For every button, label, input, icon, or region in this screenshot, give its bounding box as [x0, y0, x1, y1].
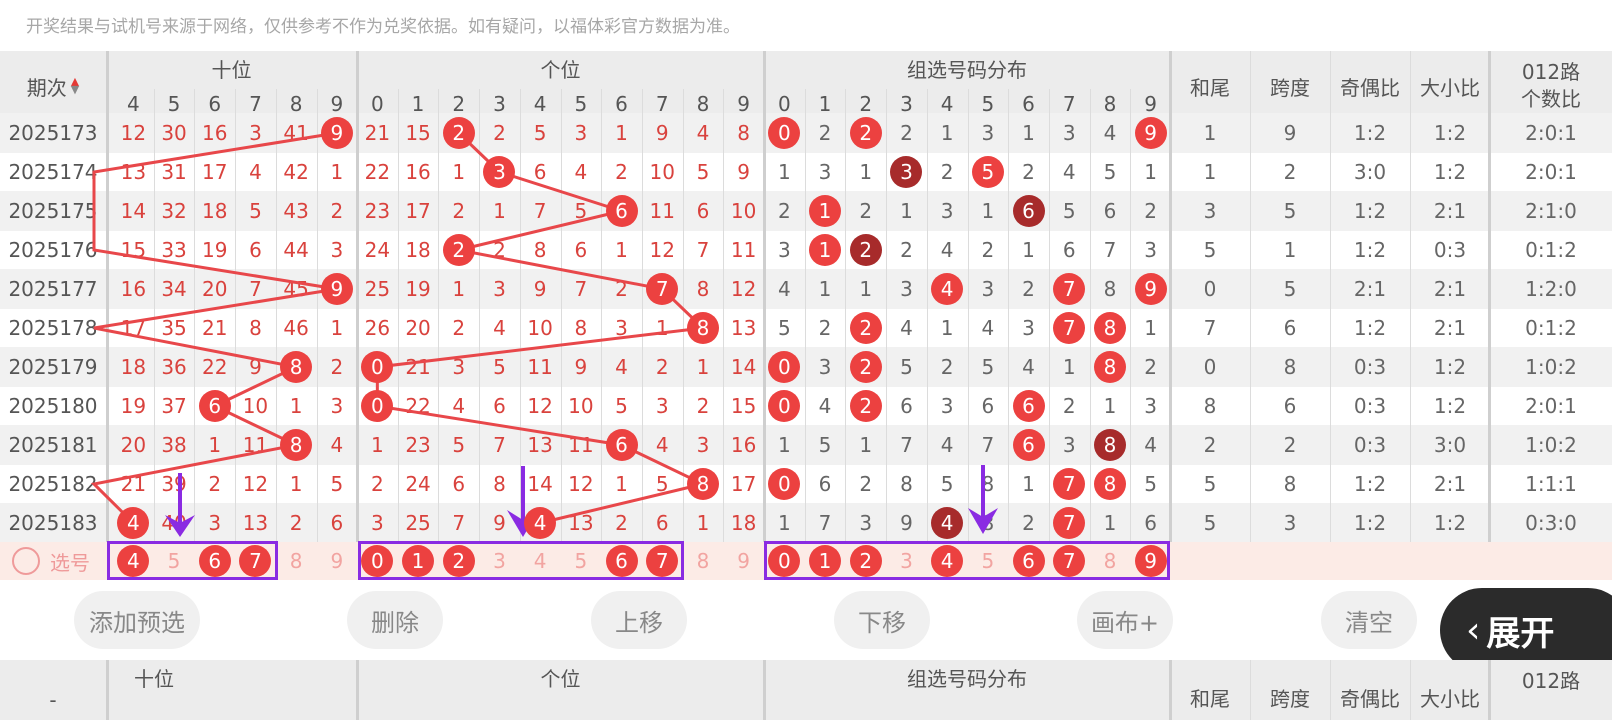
group-hit-ball: 7 — [1053, 312, 1086, 344]
tens-hit-ball: 9 — [320, 273, 353, 305]
group-pick-ball[interactable]: 7 — [1053, 545, 1086, 577]
units-hit-ball: 2 — [442, 117, 475, 149]
group-hit-ball: 7 — [1053, 507, 1086, 539]
group-hit-ball: 9 — [1134, 117, 1167, 149]
units-pick-number[interactable]: 3 — [479, 542, 519, 580]
group-hit-ball: 2 — [849, 117, 882, 149]
group-hit-ball: 2 — [849, 390, 882, 422]
trend-lines — [90, 131, 708, 525]
group-pick-ball[interactable]: 9 — [1134, 545, 1167, 577]
units-pick-ball[interactable]: 7 — [646, 545, 679, 577]
group-pick-ball[interactable]: 6 — [1012, 545, 1045, 577]
group-hit-ball: 2 — [849, 234, 882, 266]
units-hit-ball: 6 — [605, 429, 638, 461]
group-hit-ball: 6 — [1012, 390, 1045, 422]
units-hit-ball: 6 — [605, 195, 638, 227]
units-hit-ball: 7 — [646, 273, 679, 305]
tens-hit-ball: 8 — [280, 351, 313, 383]
group-hit-ball: 2 — [849, 351, 882, 383]
group-pick-ball[interactable]: 2 — [849, 545, 882, 577]
units-pick-ball[interactable]: 1 — [402, 545, 435, 577]
group-pick-ball[interactable]: 1 — [809, 545, 842, 577]
group-hit-ball: 1 — [809, 195, 842, 227]
group-pick-number[interactable]: 5 — [968, 542, 1008, 580]
group-hit-ball: 4 — [931, 507, 964, 539]
units-pick-number[interactable]: 9 — [724, 542, 764, 580]
units-pick-number[interactable]: 4 — [520, 542, 560, 580]
group-hit-ball: 6 — [1012, 429, 1045, 461]
group-hit-ball: 6 — [1012, 195, 1045, 227]
group-hit-ball: 9 — [1134, 273, 1167, 305]
units-hit-ball: 8 — [686, 312, 719, 344]
units-pick-number[interactable]: 8 — [683, 542, 723, 580]
tens-trend-line — [90, 131, 338, 525]
group-hit-ball: 7 — [1053, 468, 1086, 500]
group-pick-number[interactable]: 3 — [886, 542, 926, 580]
tens-pick-number[interactable]: 9 — [317, 542, 357, 580]
group-pick-number[interactable]: 8 — [1090, 542, 1130, 580]
units-hit-ball: 2 — [442, 234, 475, 266]
units-trend-line — [375, 131, 708, 525]
units-hit-ball: 4 — [524, 507, 557, 539]
group-hit-ball: 5 — [971, 156, 1004, 188]
group-hit-ball: 8 — [1093, 312, 1126, 344]
tens-hit-ball: 8 — [280, 429, 313, 461]
tens-pick-ball[interactable]: 6 — [198, 545, 231, 577]
group-hit-ball: 8 — [1093, 351, 1126, 383]
group-hit-ball: 8 — [1093, 429, 1126, 461]
group-hit-ball: 1 — [809, 234, 842, 266]
trend-chart-screen: 开奖结果与试机号来源于网络，仅供参考不作为兑奖依据。如有疑问，以福体彩官方数据为… — [0, 0, 1612, 720]
tens-hit-ball: 9 — [320, 117, 353, 149]
group-hit-ball: 7 — [1053, 273, 1086, 305]
tens-hit-ball: 6 — [198, 390, 231, 422]
group-hit-ball: 2 — [849, 312, 882, 344]
units-pick-ball[interactable]: 6 — [605, 545, 638, 577]
units-hit-ball: 8 — [686, 468, 719, 500]
units-pick-ball[interactable]: 2 — [442, 545, 475, 577]
group-pick-ball[interactable]: 4 — [931, 545, 964, 577]
group-hit-ball: 4 — [931, 273, 964, 305]
tens-pick-number[interactable]: 8 — [276, 542, 316, 580]
units-pick-number[interactable]: 5 — [561, 542, 601, 580]
group-hit-ball: 8 — [1093, 468, 1126, 500]
tens-pick-number[interactable]: 5 — [154, 542, 194, 580]
